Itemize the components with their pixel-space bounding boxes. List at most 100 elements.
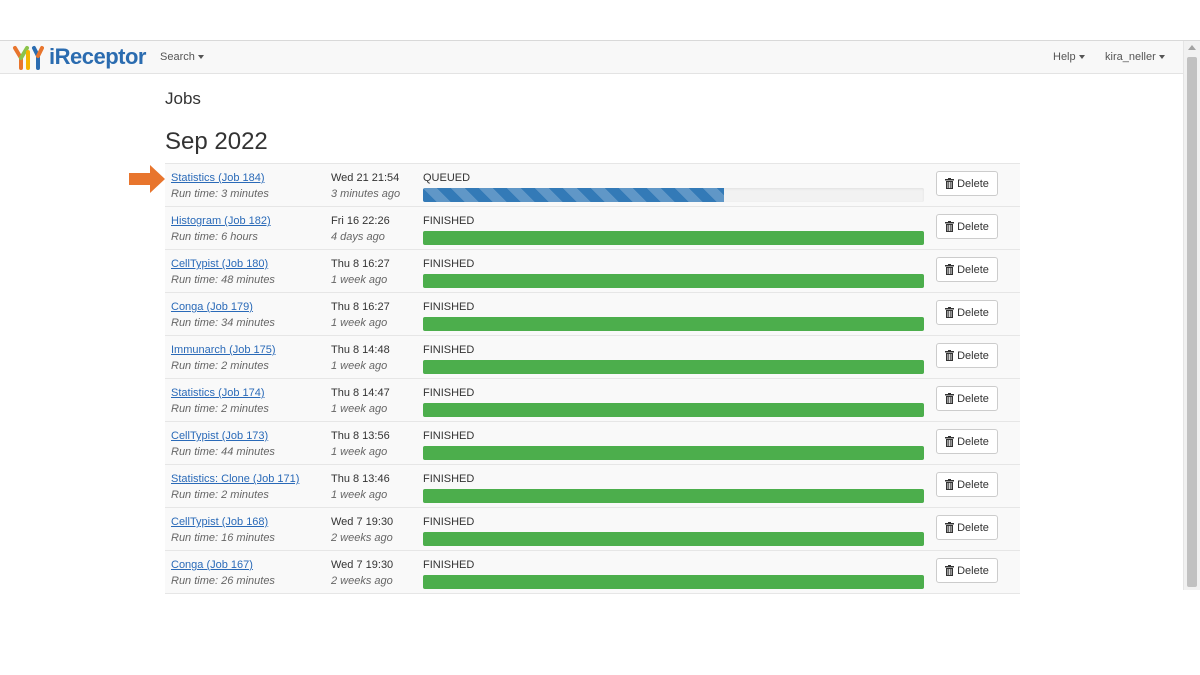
job-progress <box>423 403 924 417</box>
job-status-cell: FINISHED <box>423 473 925 503</box>
job-ago: 1 week ago <box>331 317 388 329</box>
job-row: Conga (Job 179) Run time: 34 minutes Thu… <box>165 293 1020 336</box>
job-name-cell: Statistics: Clone (Job 171) Run time: 2 … <box>171 473 299 502</box>
job-status: FINISHED <box>423 215 475 227</box>
job-date: Thu 8 16:27 <box>331 258 390 270</box>
job-progress-bar <box>423 489 924 503</box>
job-ago: 3 minutes ago <box>331 188 401 200</box>
job-runtime: Run time: 48 minutes <box>171 274 275 286</box>
help-menu-label: Help <box>1053 51 1076 63</box>
delete-button[interactable]: Delete <box>936 300 998 325</box>
job-status: FINISHED <box>423 258 475 270</box>
job-row: Statistics: Clone (Job 171) Run time: 2 … <box>165 465 1020 508</box>
delete-button[interactable]: Delete <box>936 343 998 368</box>
job-ago: 1 week ago <box>331 403 388 415</box>
job-status-cell: QUEUED <box>423 172 925 202</box>
job-link[interactable]: Conga (Job 167) <box>171 559 275 572</box>
delete-label: Delete <box>957 521 989 534</box>
delete-label: Delete <box>957 564 989 577</box>
job-date: Thu 8 16:27 <box>331 301 390 313</box>
scrollbar[interactable] <box>1183 41 1200 590</box>
job-link[interactable]: Conga (Job 179) <box>171 301 275 314</box>
job-name-cell: Histogram (Job 182) Run time: 6 hours <box>171 215 271 244</box>
job-link[interactable]: CellTypist (Job 168) <box>171 516 275 529</box>
arrow-right-icon <box>129 165 165 193</box>
delete-button[interactable]: Delete <box>936 515 998 540</box>
job-name-cell: CellTypist (Job 168) Run time: 16 minute… <box>171 516 275 545</box>
browser-top-strip <box>0 0 1200 41</box>
job-status: FINISHED <box>423 301 475 313</box>
job-status: FINISHED <box>423 559 475 571</box>
job-progress <box>423 489 924 503</box>
job-name-cell: CellTypist (Job 180) Run time: 48 minute… <box>171 258 275 287</box>
job-row: Statistics (Job 184) Run time: 3 minutes… <box>165 164 1020 207</box>
job-status: FINISHED <box>423 387 475 399</box>
month-heading: Sep 2022 <box>165 128 268 155</box>
job-date-cell: Thu 8 16:27 1 week ago <box>331 301 390 330</box>
job-date-cell: Wed 7 19:30 2 weeks ago <box>331 559 393 588</box>
job-link[interactable]: Statistics (Job 174) <box>171 387 269 400</box>
job-ago: 2 weeks ago <box>331 575 393 587</box>
job-row: Conga (Job 167) Run time: 26 minutes Wed… <box>165 551 1020 594</box>
delete-button[interactable]: Delete <box>936 257 998 282</box>
trash-icon <box>945 565 955 576</box>
jobs-table: Statistics (Job 184) Run time: 3 minutes… <box>165 163 1020 594</box>
job-row: Statistics (Job 174) Run time: 2 minutes… <box>165 379 1020 422</box>
job-ago: 1 week ago <box>331 274 388 286</box>
logo[interactable]: iReceptor <box>12 44 146 70</box>
job-progress <box>423 231 924 245</box>
job-date-cell: Thu 8 14:47 1 week ago <box>331 387 390 416</box>
job-link[interactable]: Statistics: Clone (Job 171) <box>171 473 299 486</box>
job-link[interactable]: CellTypist (Job 173) <box>171 430 275 443</box>
job-status: FINISHED <box>423 516 475 528</box>
job-date-cell: Wed 7 19:30 2 weeks ago <box>331 516 393 545</box>
job-name-cell: Statistics (Job 174) Run time: 2 minutes <box>171 387 269 416</box>
trash-icon <box>945 393 955 404</box>
job-date: Thu 8 14:47 <box>331 387 390 399</box>
delete-label: Delete <box>957 478 989 491</box>
job-row: Immunarch (Job 175) Run time: 2 minutes … <box>165 336 1020 379</box>
delete-button[interactable]: Delete <box>936 472 998 497</box>
job-link[interactable]: CellTypist (Job 180) <box>171 258 275 271</box>
job-progress-bar <box>423 532 924 546</box>
ireceptor-logo-icon <box>13 46 44 70</box>
job-ago: 1 week ago <box>331 446 388 458</box>
job-status: FINISHED <box>423 430 475 442</box>
job-status-cell: FINISHED <box>423 344 925 374</box>
delete-button[interactable]: Delete <box>936 429 998 454</box>
trash-icon <box>945 436 955 447</box>
job-link[interactable]: Statistics (Job 184) <box>171 172 269 185</box>
job-status-cell: FINISHED <box>423 559 925 589</box>
job-progress <box>423 188 924 202</box>
user-menu[interactable]: kira_neller <box>1105 41 1165 73</box>
job-date-cell: Wed 21 21:54 3 minutes ago <box>331 172 400 201</box>
delete-button[interactable]: Delete <box>936 558 998 583</box>
delete-label: Delete <box>957 392 989 405</box>
job-date: Wed 21 21:54 <box>331 172 400 184</box>
delete-button[interactable]: Delete <box>936 386 998 411</box>
page-title: Jobs <box>165 89 201 108</box>
scroll-thumb[interactable] <box>1187 57 1197 587</box>
delete-button[interactable]: Delete <box>936 171 998 196</box>
trash-icon <box>945 307 955 318</box>
job-date: Thu 8 13:56 <box>331 430 390 442</box>
search-menu-label: Search <box>160 51 195 63</box>
job-status-cell: FINISHED <box>423 430 925 460</box>
delete-button[interactable]: Delete <box>936 214 998 239</box>
job-date: Wed 7 19:30 <box>331 559 394 571</box>
job-runtime: Run time: 44 minutes <box>171 446 275 458</box>
job-progress <box>423 360 924 374</box>
scroll-up-icon[interactable] <box>1188 45 1196 50</box>
job-status: FINISHED <box>423 344 475 356</box>
job-status-cell: FINISHED <box>423 516 925 546</box>
help-menu[interactable]: Help <box>1053 41 1085 73</box>
trash-icon <box>945 350 955 361</box>
job-date: Fri 16 22:26 <box>331 215 390 227</box>
job-progress <box>423 575 924 589</box>
delete-label: Delete <box>957 263 989 276</box>
search-menu[interactable]: Search <box>160 41 204 73</box>
job-link[interactable]: Histogram (Job 182) <box>171 215 271 228</box>
job-link[interactable]: Immunarch (Job 175) <box>171 344 276 357</box>
job-progress-bar <box>423 446 924 460</box>
job-name-cell: Conga (Job 167) Run time: 26 minutes <box>171 559 275 588</box>
